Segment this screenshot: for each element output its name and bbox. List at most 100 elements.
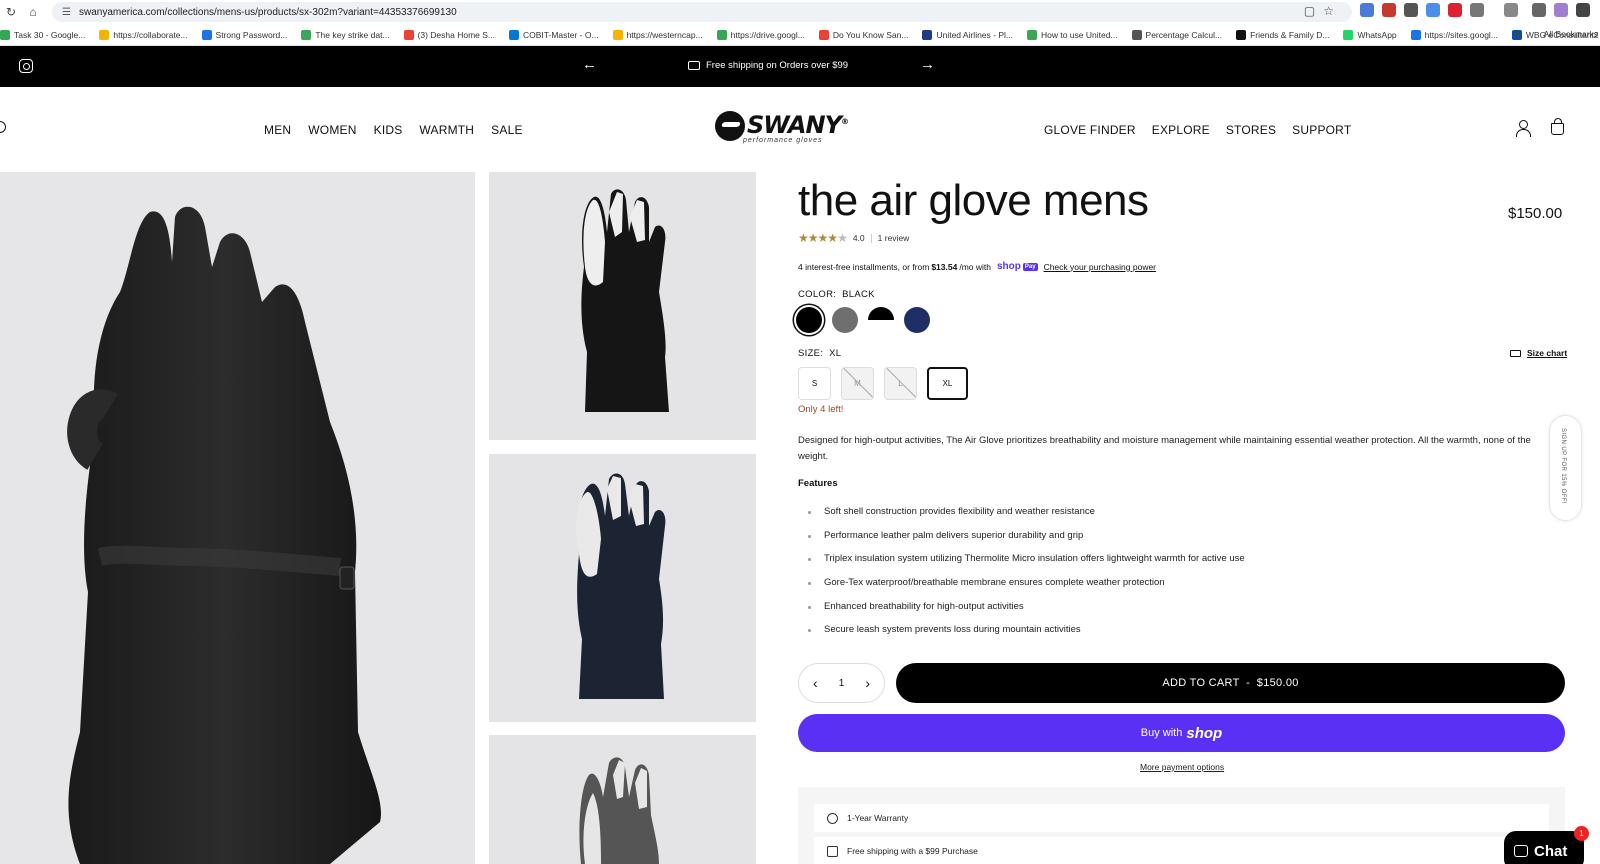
bookmark-favicon-icon [403, 29, 414, 40]
bookmark-item[interactable]: Do You Know San... [818, 29, 908, 40]
add-to-cart-button[interactable]: ADD TO CART - $150.00 [896, 663, 1565, 703]
bookmark-item[interactable]: WhatsApp [1343, 29, 1397, 40]
installments-pre: 4 interest-free installments, or from [798, 261, 930, 272]
mail-extension-icon[interactable] [1382, 3, 1396, 17]
instagram-icon[interactable] [19, 59, 33, 73]
bookmark-item[interactable]: Task 30 - Google... [0, 29, 85, 40]
feature-item: Performance leather palm delivers superi… [808, 530, 1245, 554]
nav-women[interactable]: WOMEN [308, 123, 356, 137]
more-payment-options-link[interactable]: More payment options [1140, 762, 1224, 772]
bookmark-item[interactable]: COBIT-Master - O... [509, 29, 599, 40]
all-bookmarks-folder[interactable]: All Bookmarks [1544, 29, 1598, 39]
chat-notification-badge: 1 [1574, 826, 1589, 841]
selected-size: XL [829, 348, 842, 359]
nav-support[interactable]: SUPPORT [1292, 123, 1351, 137]
color-swatch-navy[interactable] [904, 307, 930, 333]
announcement-prev-arrow[interactable]: ← [582, 56, 597, 73]
installments-amount: $13.54 [931, 261, 958, 272]
bookmark-item[interactable]: How to use United... [1026, 29, 1118, 40]
box-icon [827, 845, 838, 857]
nav-warmth[interactable]: WARMTH [419, 123, 474, 137]
bookmark-label: United Airlines - Pl... [936, 29, 1013, 40]
review-count[interactable]: 1 review [878, 233, 910, 243]
announcement-next-arrow[interactable]: → [920, 56, 935, 73]
gallery-thumb-1[interactable] [489, 172, 756, 440]
bookmark-item[interactable]: Percentage Calcul... [1131, 29, 1222, 40]
site-info-icon[interactable]: ☰ [62, 7, 71, 18]
main-product-image[interactable] [0, 172, 475, 864]
bookmark-item[interactable]: https://westerncap... [612, 29, 703, 40]
size-chart-link[interactable]: Size chart [1510, 348, 1567, 358]
logo-wordmark: SWANY® [747, 111, 849, 139]
quantity-increase-button[interactable]: › [865, 675, 870, 691]
installments-message: 4 interest-free installments, or from $1… [798, 261, 1156, 272]
profile-avatar[interactable] [1554, 3, 1568, 17]
badge-icon [827, 812, 838, 824]
swany-logo[interactable]: SWANY® performance gloves [715, 109, 849, 149]
feature-item: Soft shell construction provides flexibi… [808, 506, 1245, 530]
nav-men[interactable]: MEN [264, 123, 291, 137]
bullet-icon [808, 582, 811, 586]
bookmark-item[interactable]: https://drive.googl... [716, 29, 805, 40]
feature-text: Soft shell construction provides flexibi… [824, 506, 1095, 517]
color-swatch-black[interactable] [796, 307, 822, 333]
gallery-thumb-3[interactable] [489, 735, 756, 864]
bookmark-item[interactable]: Friends & Family D... [1236, 29, 1329, 40]
bookmark-favicon-icon [922, 29, 933, 40]
download-icon[interactable] [1532, 3, 1546, 17]
bookmarks-bar: Task 30 - Google... https://collaborate..… [0, 24, 1600, 46]
nav-explore[interactable]: EXPLORE [1152, 123, 1210, 137]
refresh-extension-icon[interactable] [1426, 3, 1440, 17]
nav-kids[interactable]: KIDS [374, 123, 403, 137]
product-price: $150.00 [1508, 205, 1563, 222]
size-option-s[interactable]: S [798, 367, 831, 400]
bullet-icon [808, 605, 811, 609]
bookmark-item[interactable]: https://collaborate... [99, 29, 188, 40]
size-option-m[interactable]: M [841, 367, 874, 400]
reader-extension-icon[interactable] [1404, 3, 1418, 17]
bookmark-item[interactable]: The key strike dat... [301, 29, 390, 40]
star-icon: ★ [798, 231, 809, 245]
sidepanel-icon[interactable] [1504, 3, 1518, 17]
product-rating[interactable]: ★★★★★ 4.0 1 review [798, 231, 909, 245]
nav-sale[interactable]: SALE [491, 123, 523, 137]
bookmark-favicon-icon [1410, 29, 1421, 40]
bookmark-star-icon[interactable]: ▢☆ [1304, 4, 1342, 18]
signup-discount-tab[interactable]: SIGN UP FOR 15% OFF! [1549, 415, 1582, 521]
address-bar[interactable]: ☰ swanyamerica.com/collections/mens-us/p… [52, 2, 1352, 22]
installments-post: /mo with [959, 261, 991, 272]
check-purchasing-power-link[interactable]: Check your purchasing power [1044, 262, 1156, 272]
bullet-icon [808, 534, 811, 538]
bookmark-item[interactable]: https://sites.googl... [1410, 29, 1498, 40]
size-option-l[interactable]: L [884, 367, 917, 400]
size-option-xl[interactable]: XL [927, 367, 968, 400]
translate-extension-icon[interactable] [1360, 3, 1374, 17]
gallery-thumb-2[interactable] [489, 454, 756, 722]
pdf-extension-icon[interactable] [1448, 3, 1462, 17]
nav-glove-finder[interactable]: GLOVE FINDER [1044, 123, 1136, 137]
quantity-value[interactable]: 1 [839, 678, 845, 689]
bookmark-item[interactable]: Strong Password... [201, 29, 287, 40]
bookmark-label: https://collaborate... [113, 29, 188, 40]
bullet-icon [808, 629, 811, 633]
color-swatch-black-white[interactable] [868, 307, 894, 333]
color-swatch-grey[interactable] [832, 307, 858, 333]
bookmark-item[interactable]: (3) Desha Home S... [403, 29, 495, 40]
menu-kebab-icon[interactable] [1576, 3, 1590, 17]
search-icon[interactable] [0, 121, 6, 133]
buy-with-shop-button[interactable]: Buy with shop [798, 714, 1565, 752]
size-label: SIZE: XL [798, 348, 842, 359]
reload-icon[interactable]: ↻ [0, 5, 22, 19]
bookmark-item[interactable]: United Airlines - Pl... [922, 29, 1013, 40]
home-icon[interactable]: ⌂ [22, 5, 44, 19]
ruler-icon [1510, 349, 1521, 357]
url-text: swanyamerica.com/collections/mens-us/pro… [78, 6, 457, 18]
chat-button[interactable]: Chat [1504, 831, 1584, 864]
extensions-puzzle-icon[interactable] [1470, 3, 1484, 17]
nav-stores[interactable]: STORES [1226, 123, 1276, 137]
cart-icon[interactable] [1551, 118, 1564, 135]
account-icon[interactable] [1515, 120, 1531, 137]
size-options: S M L XL [798, 367, 968, 400]
quantity-decrease-button[interactable]: ‹ [813, 675, 818, 691]
bookmarks-overflow-button[interactable]: » [1514, 28, 1520, 39]
